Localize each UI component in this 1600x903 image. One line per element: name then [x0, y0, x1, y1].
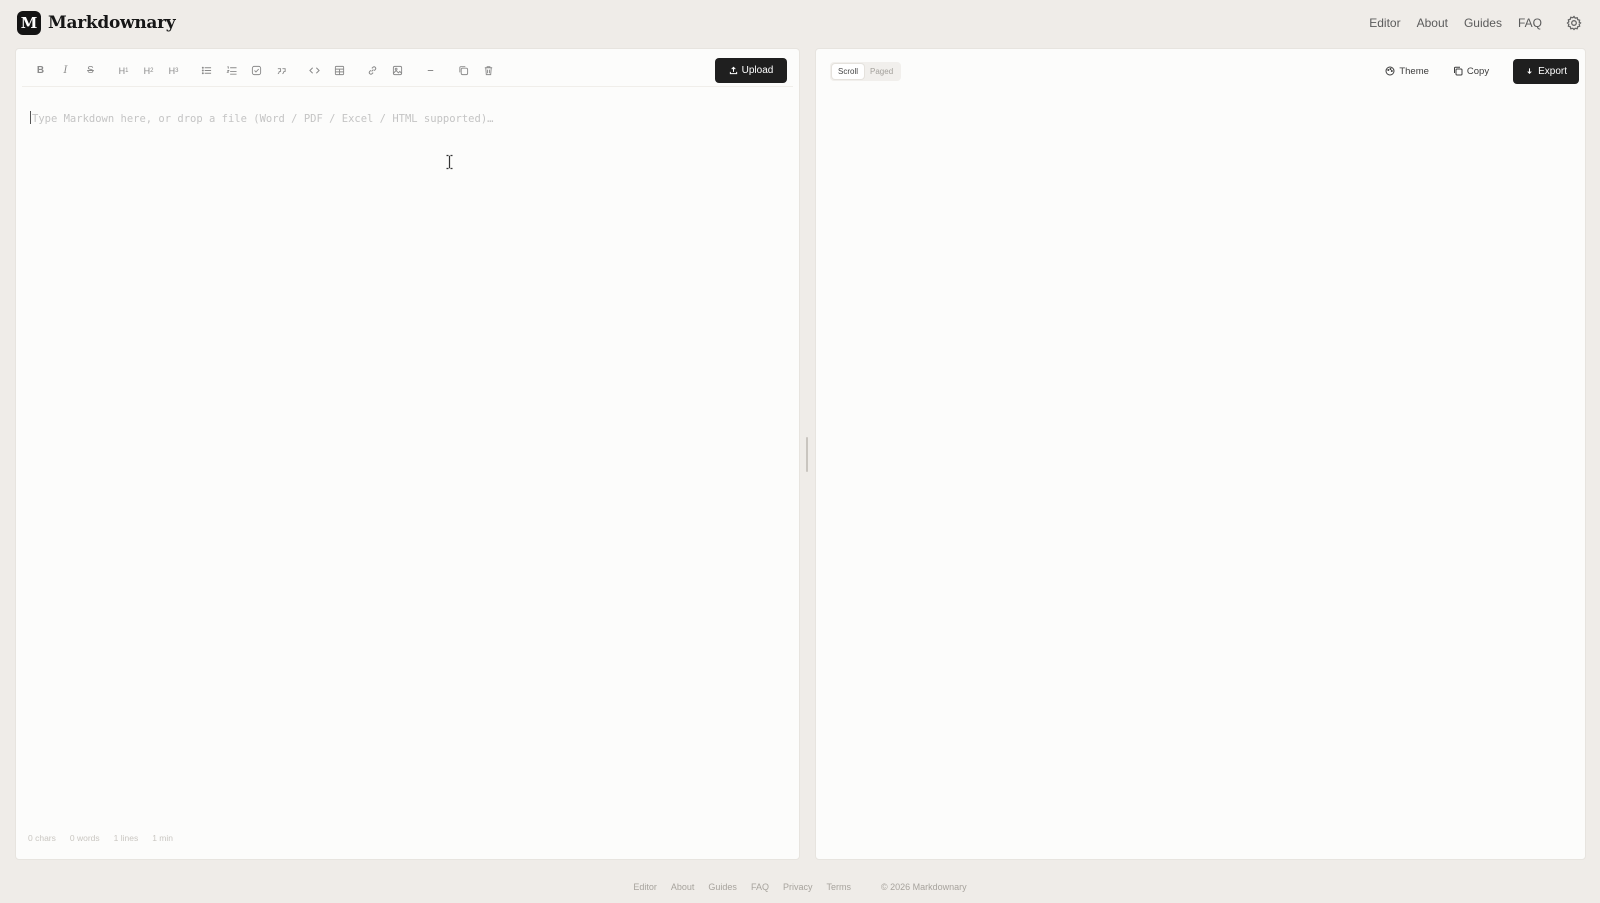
nav-link-about[interactable]: About — [1417, 16, 1448, 30]
footer-link-guides[interactable]: Guides — [708, 882, 737, 892]
nav-link-editor[interactable]: Editor — [1369, 16, 1400, 30]
insert-group — [306, 62, 348, 79]
copy-icon — [1453, 66, 1463, 76]
top-bar: M Markdownary Editor About Guides FAQ — [0, 0, 1600, 46]
nav-link-guides[interactable]: Guides — [1464, 16, 1502, 30]
copy-markdown-button[interactable] — [455, 62, 472, 79]
preview-content — [816, 93, 1585, 859]
editor-panel: B I S H1 H2 H3 Upload Type Markdown here… — [15, 48, 800, 860]
horizontal-rule-icon — [427, 69, 434, 72]
footer-link-editor[interactable]: Editor — [633, 882, 657, 892]
read-time: 1 min — [152, 833, 174, 843]
quote-icon — [277, 68, 286, 75]
heading-3-button[interactable]: H3 — [165, 62, 182, 79]
download-icon — [1527, 67, 1532, 74]
heading-2-button[interactable]: H2 — [140, 62, 157, 79]
char-count: 0 chars — [28, 833, 56, 843]
quote-button[interactable] — [273, 62, 290, 79]
clear-button[interactable] — [480, 62, 497, 79]
nav-link-faq[interactable]: FAQ — [1518, 16, 1542, 30]
copyright: © 2026 Markdownary — [880, 882, 967, 892]
rule-group — [422, 62, 439, 79]
trash-icon — [484, 66, 493, 76]
code-button[interactable] — [306, 62, 323, 79]
numbered-list-icon — [226, 66, 237, 75]
heading-group: H1 H2 H3 — [115, 62, 182, 79]
media-group — [364, 62, 406, 79]
settings-icon[interactable] — [1566, 15, 1582, 31]
upload-button[interactable]: Upload — [715, 58, 787, 83]
link-icon — [368, 66, 377, 75]
line-count: 1 lines — [113, 833, 139, 843]
checkbox-icon — [251, 65, 262, 76]
footer-link-privacy[interactable]: Privacy — [783, 882, 813, 892]
image-button[interactable] — [389, 62, 406, 79]
footer-link-about[interactable]: About — [671, 882, 695, 892]
code-icon — [309, 67, 320, 74]
heading-1-button[interactable]: H1 — [115, 62, 132, 79]
copy-button[interactable]: Copy — [1453, 66, 1489, 77]
brand-name[interactable]: Markdownary — [48, 13, 176, 33]
view-mode-toggle: Scroll Paged — [830, 61, 902, 81]
italic-button[interactable]: I — [57, 62, 74, 79]
export-label: Export — [1538, 65, 1567, 77]
upload-label: Upload — [741, 65, 774, 76]
link-button[interactable] — [364, 62, 381, 79]
format-group: B I S — [32, 62, 99, 79]
export-button[interactable]: Export — [1513, 58, 1579, 84]
bullet-list-button[interactable] — [198, 62, 215, 79]
word-count: 0 words — [69, 833, 100, 843]
horizontal-rule-button[interactable] — [422, 62, 439, 79]
strikethrough-button[interactable]: S — [82, 62, 99, 79]
task-list-button[interactable] — [248, 62, 265, 79]
text-caret — [30, 111, 31, 124]
brand[interactable]: M Markdownary — [17, 11, 176, 35]
list-group — [198, 62, 290, 79]
view-mode-paged[interactable]: Paged — [864, 64, 899, 79]
editor-placeholder: Type Markdown here, or drop a file (Word… — [32, 113, 494, 125]
theme-label: Theme — [1399, 65, 1429, 77]
numbered-list-button[interactable] — [223, 62, 240, 79]
view-mode-scroll[interactable]: Scroll — [832, 63, 865, 79]
editor-stats: 0 chars 0 words 1 lines 1 min — [28, 833, 173, 843]
split-resize-handle[interactable] — [806, 437, 808, 472]
footer-link-faq[interactable]: FAQ — [751, 882, 769, 892]
image-icon — [392, 65, 403, 76]
copy-icon — [459, 66, 469, 76]
table-icon — [334, 65, 345, 76]
preview-panel: Scroll Paged Theme Copy Export — [815, 48, 1586, 860]
copy-label: Copy — [1466, 65, 1490, 77]
text-cursor-icon — [446, 154, 453, 170]
document-group — [455, 62, 497, 79]
preview-actions: Theme Copy Export — [1385, 58, 1579, 84]
palette-icon — [1385, 66, 1395, 76]
upload-icon — [729, 66, 737, 75]
theme-button[interactable]: Theme — [1385, 66, 1429, 77]
preview-toolbar: Scroll Paged Theme Copy Export — [822, 55, 1579, 87]
table-button[interactable] — [331, 62, 348, 79]
editor-toolbar: B I S H1 H2 H3 Upload — [22, 55, 793, 87]
footer-link-terms[interactable]: Terms — [826, 882, 851, 892]
markdown-editor[interactable]: Type Markdown here, or drop a file (Word… — [30, 111, 785, 829]
bullet-list-icon — [201, 66, 212, 75]
top-nav: Editor About Guides FAQ — [1369, 15, 1582, 31]
bold-button[interactable]: B — [32, 62, 49, 79]
footer: Editor About Guides FAQ Privacy Terms © … — [0, 878, 1600, 896]
brand-logo[interactable]: M — [17, 11, 41, 35]
